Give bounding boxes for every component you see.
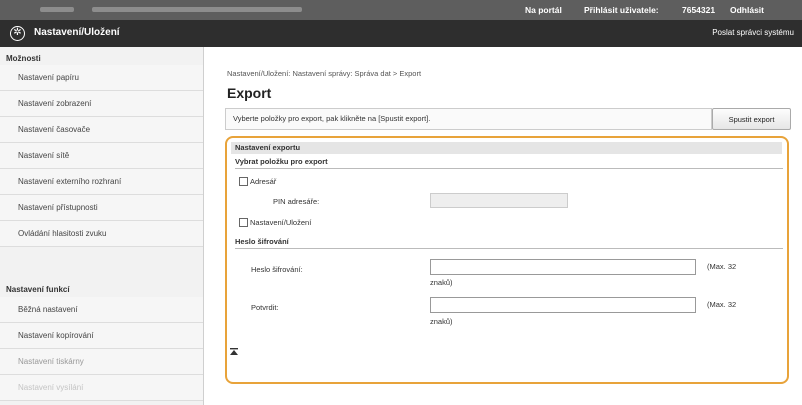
- page-title: Export: [227, 85, 272, 101]
- sidebar-item-printer[interactable]: Nastavení tiskárny: [0, 349, 203, 375]
- start-export-button[interactable]: Spustit export: [712, 108, 791, 130]
- logout-link[interactable]: Odhlásit: [730, 5, 764, 15]
- pin-input: [430, 193, 568, 208]
- password-input[interactable]: [430, 259, 696, 275]
- send-to-admin-link[interactable]: Poslat správci systému: [712, 28, 794, 37]
- address-book-checkbox[interactable]: [239, 177, 248, 186]
- confirm-password-input[interactable]: [430, 297, 696, 313]
- portal-link[interactable]: Na portál: [525, 5, 562, 15]
- sidebar-item-accessibility[interactable]: Nastavení přístupnosti: [0, 195, 203, 221]
- sidebar-item-send[interactable]: Nastavení vysílání: [0, 375, 203, 401]
- password-section-title: Heslo šifrování: [235, 236, 783, 249]
- login-user-label: Přihlásit uživatele:: [584, 5, 659, 15]
- password-max-hint: (Max. 32: [707, 262, 737, 271]
- instruction-text: Vyberte položky pro export, pak klikněte…: [225, 108, 712, 130]
- title-bar: ✲ Nastavení/Uložení Poslat správci systé…: [0, 20, 802, 47]
- top-bar: Na portál Přihlásit uživatele: 7654321 O…: [0, 0, 802, 20]
- confirm-max-hint-cont: znaků): [430, 317, 453, 326]
- sidebar-item-volume[interactable]: Ovládání hlasitosti zvuku: [0, 221, 203, 247]
- sidebar-item-timer[interactable]: Nastavení časovače: [0, 117, 203, 143]
- settings-registration-option[interactable]: Nastavení/Uložení: [239, 217, 311, 228]
- sidebar-item-display[interactable]: Nastavení zobrazení: [0, 91, 203, 117]
- sidebar-item-external-interface[interactable]: Nastavení externího rozhraní: [0, 169, 203, 195]
- main-content: Nastavení/Uložení: Nastavení správy: Spr…: [205, 47, 802, 405]
- page-heading: Nastavení/Uložení: [34, 27, 120, 38]
- select-items-section-title: Vybrat položku pro export: [235, 156, 783, 169]
- sidebar: Možnosti Nastavení papíru Nastavení zobr…: [0, 47, 204, 405]
- sidebar-item-paper[interactable]: Nastavení papíru: [0, 65, 203, 91]
- export-settings-panel: Nastavení exportu Vybrat položku pro exp…: [225, 136, 789, 384]
- sidebar-heading-options: Možnosti: [6, 54, 41, 63]
- user-id: 7654321: [682, 5, 716, 15]
- sidebar-item-common[interactable]: Běžná nastavení: [0, 297, 203, 323]
- password-label: Heslo šifrování:: [251, 265, 303, 274]
- sidebar-item-copy[interactable]: Nastavení kopírování: [0, 323, 203, 349]
- sidebar-heading-functions: Nastavení funkcí: [6, 285, 70, 294]
- blurred-product-name: [40, 7, 74, 12]
- address-book-label: Adresář: [250, 177, 277, 186]
- back-to-top-icon[interactable]: [229, 347, 239, 357]
- address-book-option[interactable]: Adresář: [239, 176, 276, 187]
- confirm-max-hint: (Max. 32: [707, 300, 737, 309]
- settings-gear-icon: ✲: [10, 26, 25, 41]
- password-max-hint-cont: znaků): [430, 278, 453, 287]
- settings-registration-checkbox[interactable]: [239, 218, 248, 227]
- export-settings-header: Nastavení exportu: [231, 142, 782, 154]
- settings-registration-label: Nastavení/Uložení: [250, 218, 312, 227]
- pin-label: PIN adresáře:: [273, 197, 320, 206]
- blurred-address: [92, 7, 302, 12]
- sidebar-item-network[interactable]: Nastavení sítě: [0, 143, 203, 169]
- confirm-label: Potvrdit:: [251, 303, 279, 312]
- breadcrumb: Nastavení/Uložení: Nastavení správy: Spr…: [227, 69, 422, 78]
